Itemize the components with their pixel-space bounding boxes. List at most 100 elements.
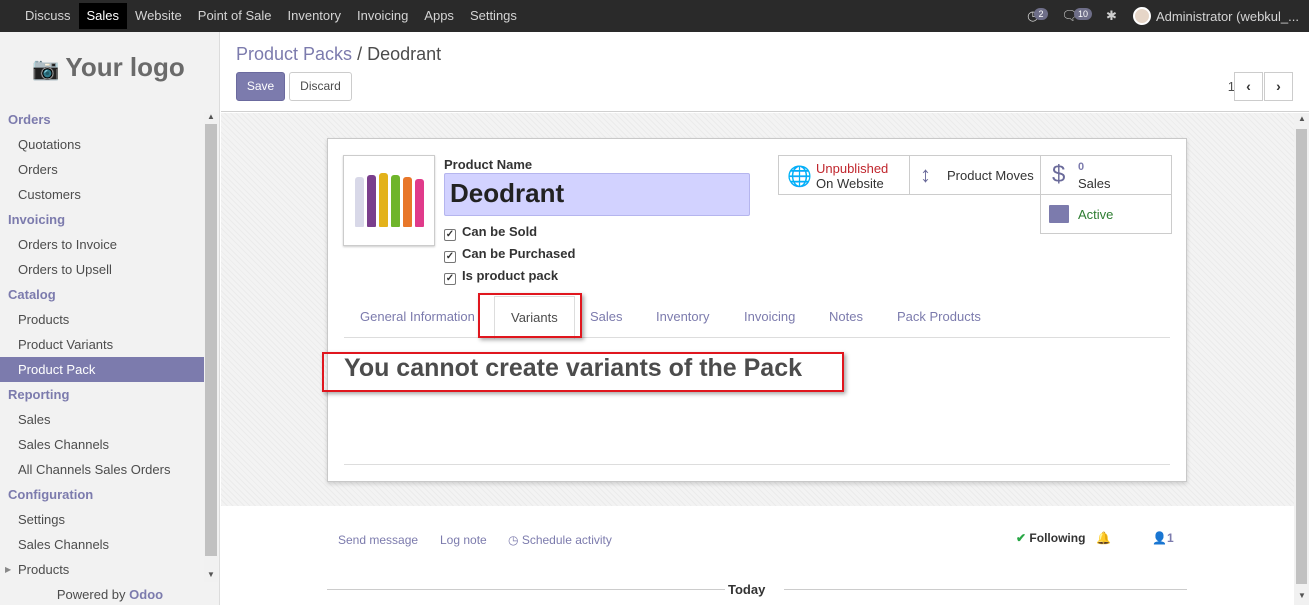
activity-count-badge: 2 [1034,8,1048,20]
company-logo[interactable]: 📷 Your logo [32,52,185,83]
systray: ◷2 🗨10 ✱ Administrator (webkul_... [1027,0,1299,32]
sidebar-section-orders: Orders [8,112,51,127]
checkbox-checked-icon[interactable]: ✓ [444,273,456,285]
can-be-sold-label: Can be Sold [462,224,538,239]
sidebar-item-products[interactable]: Products [0,307,204,332]
notebook-tabs: General Information Variants Sales Inven… [344,296,1170,339]
active-label: Active [1078,207,1114,222]
menu-invoicing[interactable]: Invoicing [349,3,416,29]
can-be-purchased-checkbox[interactable]: ✓ Can be Purchased [444,246,575,263]
main-scrollbar[interactable]: ▲ ▼ [1294,113,1309,605]
menu-sales[interactable]: Sales [78,3,128,29]
scroll-up-arrow-icon[interactable]: ▲ [207,112,215,121]
breadcrumb-separator: / [357,44,363,64]
log-note-button[interactable]: Log note [440,533,487,547]
bottle-green [391,175,400,227]
main-scroll-up-icon[interactable]: ▲ [1298,114,1306,123]
sidebar-item-orders[interactable]: Orders [0,157,204,182]
tab-notes[interactable]: Notes [813,296,879,338]
send-message-button[interactable]: Send message [338,533,418,547]
schedule-activity-button[interactable]: ◷ Schedule activity [508,533,612,547]
tab-inventory[interactable]: Inventory [640,296,725,338]
followers-button[interactable]: 👤1 [1152,531,1174,545]
sidebar-item-config-sales-channels[interactable]: Sales Channels [0,532,204,557]
messaging-menu[interactable]: 🗨10 [1062,8,1093,24]
save-button[interactable]: Save [236,72,285,101]
is-product-pack-checkbox[interactable]: ✓ Is product pack [444,268,558,285]
sidebar-section-catalog: Catalog [8,287,56,302]
sidebar-item-config-products[interactable]: ▶ Products [0,557,204,582]
dollar-icon: $ [1052,161,1066,188]
up-down-arrow-icon: ↕ [920,162,931,187]
tab-sales[interactable]: Sales [574,296,639,338]
activity-menu[interactable]: ◷2 [1027,8,1048,24]
user-avatar[interactable] [1132,7,1151,25]
menu-settings[interactable]: Settings [462,3,525,29]
form-sheet: Product Name Deodrant ✓ Can be Sold ✓ Can … [327,138,1187,482]
sales-smart-button[interactable]: $ 0 Sales [1040,155,1172,195]
followers-count: 1 [1166,531,1174,545]
menu-website[interactable]: Website [127,3,190,29]
website-publish-button[interactable]: 🌐 Unpublished On Website [778,155,910,195]
sidebar: 📷 Your logo Orders Quotations Orders Cust… [0,32,220,605]
following-button[interactable]: ✔ Following [1016,531,1085,545]
menu-apps[interactable]: Apps [416,3,462,29]
sidebar-scroll-thumb[interactable] [205,124,217,556]
sidebar-item-product-variants[interactable]: Product Variants [0,332,204,357]
discard-button[interactable]: Discard [289,72,352,101]
scroll-down-arrow-icon[interactable]: ▼ [207,570,215,579]
sales-count: 0 [1078,161,1085,173]
checkbox-checked-icon[interactable]: ✓ [444,251,456,263]
tab-content-divider [344,464,1170,465]
checkbox-checked-icon[interactable]: ✓ [444,229,456,241]
sidebar-item-product-pack[interactable]: Product Pack [0,357,204,382]
bottle-purple [367,175,376,227]
control-panel: Product Packs / Deodrant Save Discard 1 … [221,32,1309,112]
today-line-left [327,589,725,590]
tab-general-information[interactable]: General Information [344,296,491,338]
debug-bug-icon[interactable]: ✱ [1106,8,1117,24]
product-moves-button[interactable]: ↕ Product Moves [909,155,1041,195]
breadcrumb-product-packs[interactable]: Product Packs [236,44,352,64]
sidebar-menu: Orders Quotations Orders Customers Invoi… [0,107,204,582]
chevron-right-icon: › [1276,78,1281,94]
check-icon: ✔ [1016,531,1027,545]
sidebar-scrollbar[interactable]: ▲ ▼ [204,112,218,582]
tab-pack-products[interactable]: Pack Products [881,296,997,338]
variants-message-highlight [322,352,844,392]
active-toggle-button[interactable]: Active [1040,194,1172,234]
can-be-sold-checkbox[interactable]: ✓ Can be Sold [444,224,537,241]
product-image[interactable] [343,155,435,246]
tab-invoicing[interactable]: Invoicing [728,296,811,338]
sidebar-item-customers[interactable]: Customers [0,182,204,207]
website-status: Unpublished [816,161,889,176]
menu-point-of-sale[interactable]: Point of Sale [190,3,280,29]
odoo-link[interactable]: Odoo [129,587,163,602]
main-scroll-thumb[interactable] [1296,129,1307,584]
following-label: Following [1029,531,1086,545]
sidebar-item-orders-to-invoice[interactable]: Orders to Invoice [0,232,204,257]
menu-inventory[interactable]: Inventory [280,3,349,29]
top-navbar: Discuss Sales Website Point of Sale Inve… [0,0,1309,32]
sidebar-item-quotations[interactable]: Quotations [0,132,204,157]
globe-icon: 🌐 [787,166,812,188]
menu-discuss[interactable]: Discuss [17,3,79,29]
main-scroll-down-icon[interactable]: ▼ [1298,591,1306,600]
sidebar-item-all-channels-sales-orders[interactable]: All Channels Sales Orders [0,457,204,482]
pager-next-button[interactable]: › [1264,72,1293,101]
product-name-input[interactable]: Deodrant [444,173,750,216]
sidebar-item-config-products-label: Products [18,562,70,577]
sidebar-item-settings[interactable]: Settings [0,507,204,532]
sidebar-item-reporting-sales[interactable]: Sales [0,407,204,432]
camera-icon: 📷 [32,56,60,81]
sidebar-item-reporting-sales-channels[interactable]: Sales Channels [0,432,204,457]
bell-icon[interactable]: 🔔 [1096,531,1111,545]
sidebar-section-configuration: Configuration [8,487,94,502]
logo-text: Your logo [65,52,185,82]
archive-icon [1049,205,1069,223]
sidebar-item-orders-to-upsell[interactable]: Orders to Upsell [0,257,204,282]
bottle-white [355,177,364,227]
chevron-left-icon: ‹ [1246,78,1251,94]
user-menu[interactable]: Administrator (webkul_... [1156,9,1299,24]
pager-previous-button[interactable]: ‹ [1234,72,1263,101]
